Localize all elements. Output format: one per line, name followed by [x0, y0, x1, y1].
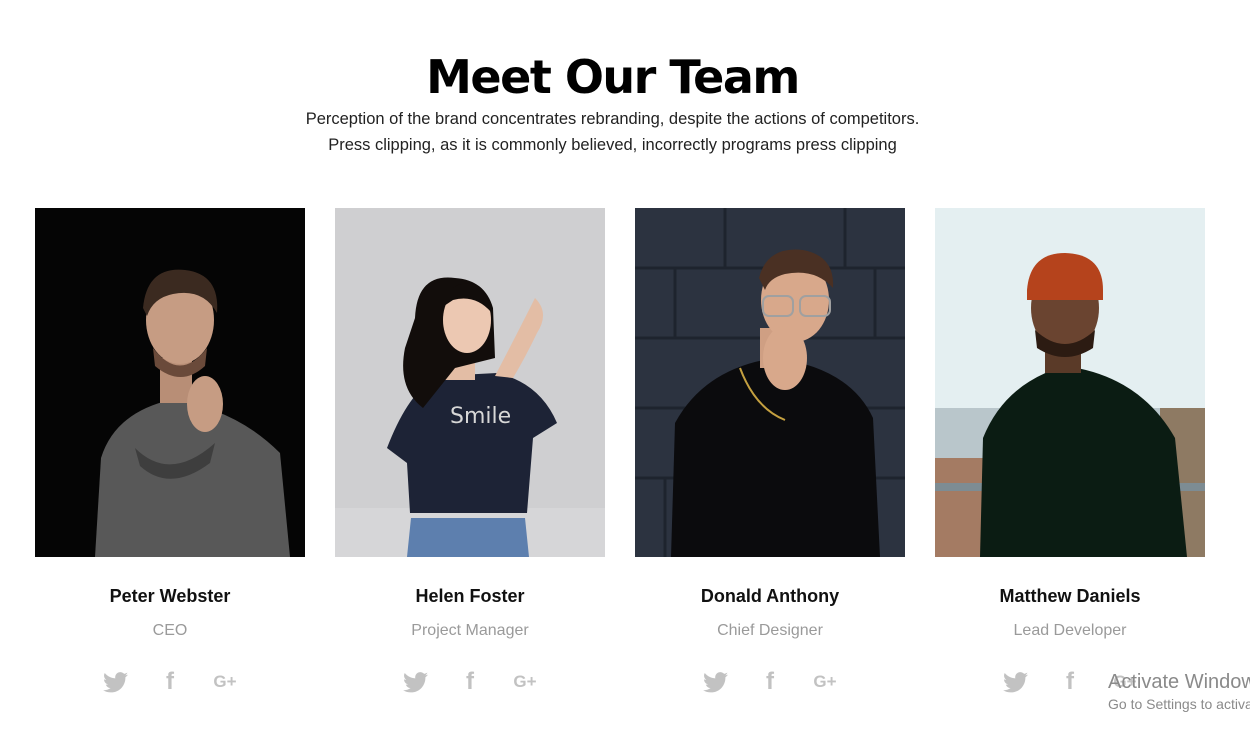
- member-role: Chief Designer: [717, 622, 823, 639]
- facebook-icon[interactable]: f: [758, 668, 783, 695]
- social-links: f G+: [35, 668, 305, 695]
- member-name: Donald Anthony: [700, 586, 840, 606]
- google-plus-icon[interactable]: G+: [813, 670, 838, 694]
- member-photo: [935, 208, 1205, 557]
- google-plus-icon[interactable]: G+: [513, 670, 538, 694]
- member-role: CEO: [152, 622, 188, 639]
- subtitle-line-2: Press clipping, as it is commonly believ…: [328, 136, 897, 154]
- member-name: Matthew Daniels: [999, 586, 1141, 606]
- section-subtitle: Perception of the brand concentrates reb…: [0, 106, 1225, 158]
- member-photo: [35, 208, 305, 557]
- facebook-icon[interactable]: f: [458, 668, 483, 695]
- team-card: Donald Anthony Chief Designer f G+: [635, 208, 905, 695]
- windows-activation-watermark: Activate Windows Go to Settings to activ…: [1108, 671, 1250, 715]
- watermark-title: Activate Windows: [1108, 671, 1250, 693]
- facebook-icon[interactable]: f: [1058, 668, 1083, 695]
- social-links: f G+: [635, 668, 905, 695]
- member-role: Lead Developer: [1013, 622, 1127, 639]
- subtitle-line-1: Perception of the brand concentrates reb…: [305, 110, 920, 128]
- section-title: Meet Our Team: [426, 49, 800, 104]
- watermark-subtitle: Go to Settings to activate Windows.: [1108, 696, 1250, 712]
- svg-text:Smile: Smile: [450, 404, 511, 429]
- facebook-icon[interactable]: f: [158, 668, 183, 695]
- google-plus-icon[interactable]: G+: [213, 670, 238, 694]
- member-name: Helen Foster: [415, 586, 525, 606]
- team-card: Matthew Daniels Lead Developer f G+: [935, 208, 1205, 695]
- team-card: Peter Webster CEO f G+: [35, 208, 305, 695]
- member-photo: [635, 208, 905, 557]
- team-card: Smile Helen Foster Project Manager f G+: [335, 208, 605, 695]
- social-links: f G+: [335, 668, 605, 695]
- twitter-icon[interactable]: [402, 670, 428, 694]
- twitter-icon[interactable]: [702, 670, 728, 694]
- member-name: Peter Webster: [109, 586, 231, 606]
- member-role: Project Manager: [411, 622, 529, 639]
- twitter-icon[interactable]: [102, 670, 128, 694]
- twitter-icon[interactable]: [1002, 670, 1028, 694]
- team-grid: Peter Webster CEO f G+ Smile Helen Foste…: [35, 208, 1205, 695]
- member-photo: Smile: [335, 208, 605, 557]
